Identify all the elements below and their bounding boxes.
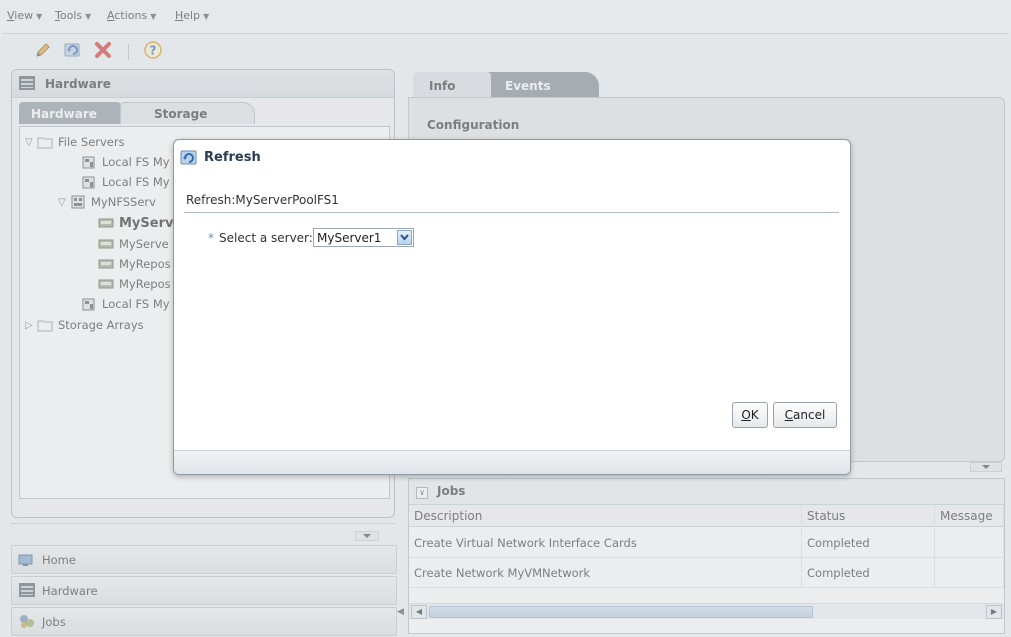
required-indicator: *: [208, 231, 214, 245]
select-server-label: Select a server:: [219, 231, 313, 245]
server-select-value: MyServer1: [317, 231, 382, 245]
dialog-footer: [174, 450, 850, 474]
dialog-divider: [184, 212, 839, 213]
cancel-button[interactable]: Cancel: [773, 402, 837, 428]
server-select[interactable]: MyServer1: [313, 228, 414, 247]
refresh-dialog: Refresh Refresh:MyServerPoolFS1 * Select…: [173, 139, 851, 475]
ok-button[interactable]: OK: [732, 402, 768, 428]
dialog-title: Refresh: [204, 150, 261, 165]
dialog-subtitle: Refresh:MyServerPoolFS1: [186, 193, 339, 207]
refresh-icon: [180, 150, 197, 165]
chevron-down-icon[interactable]: [397, 230, 412, 245]
dialog-header: Refresh: [174, 140, 850, 175]
